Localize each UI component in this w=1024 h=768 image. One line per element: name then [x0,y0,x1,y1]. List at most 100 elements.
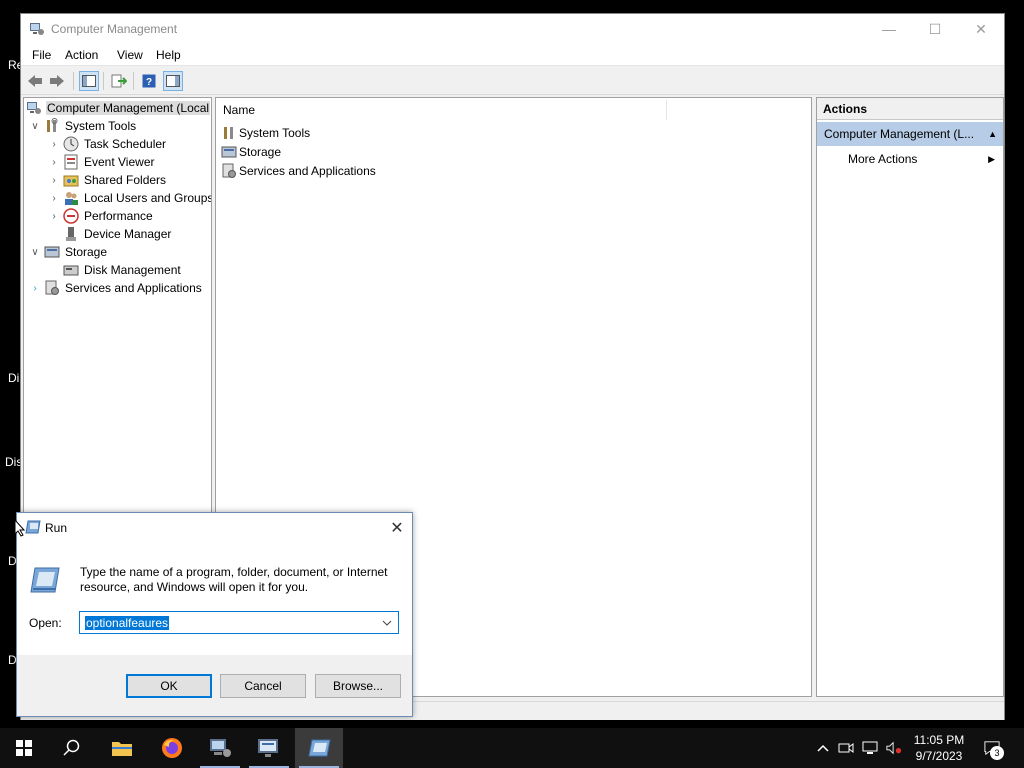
tree-item-device-manager[interactable]: Device Manager [48,225,172,243]
menu-action[interactable]: Action [65,48,98,62]
ok-button[interactable]: OK [126,674,212,698]
local-users-icon [65,192,78,205]
actions-section-header[interactable]: Computer Management (L... ▲ [817,122,1003,146]
system-tools-icon [47,118,58,132]
more-actions-item[interactable]: More Actions ▶ [817,148,1003,170]
desktop-icon-label[interactable]: Di [8,371,19,385]
more-actions-label: More Actions [848,152,918,166]
tree-item-label: Storage [65,245,108,259]
run-icon [25,520,41,534]
chevron-right-icon[interactable]: › [48,193,60,204]
computer-management-icon [30,23,44,35]
back-arrow-icon[interactable] [25,71,45,91]
actions-section-label: Computer Management (L... [824,127,975,141]
run-dialog: Run ✕ Type the name of a program, folder… [16,512,413,717]
tree-item-services-applications[interactable]: › Services and Applications [29,279,203,297]
tree-item-disk-management[interactable]: Disk Management [48,261,182,279]
tree-item-local-users[interactable]: › Local Users and Groups [48,189,212,207]
actions-title: Actions [817,98,1003,120]
computer-management-icon[interactable] [196,728,244,768]
run-title-bar[interactable]: Run ✕ [17,513,412,542]
storage-icon [44,246,60,258]
event-viewer-icon [64,154,78,170]
run-program-icon [30,567,60,593]
minimize-button[interactable]: — [866,14,912,44]
chevron-up-icon[interactable] [815,740,831,756]
tree-item-shared-folders[interactable]: › Shared Folders [48,171,167,189]
list-item[interactable]: Storage [221,142,281,161]
tree-item-storage[interactable]: ∨ Storage [29,243,108,261]
tree-item-performance[interactable]: › Performance [48,207,154,225]
chevron-down-icon[interactable]: ∨ [29,121,41,132]
list-item-label: Services and Applications [239,163,376,178]
chevron-right-icon[interactable]: › [48,139,60,150]
clock[interactable]: 11:05 PM 9/7/2023 [900,732,978,764]
show-hide-action-pane-icon[interactable] [163,71,183,91]
meet-now-icon[interactable] [838,740,854,756]
menu-file[interactable]: File [32,48,51,62]
taskbar: 11:05 PM 9/7/2023 3 [0,728,1024,768]
list-header: Name [216,98,811,122]
chevron-down-icon[interactable]: ∨ [29,247,41,258]
chevron-right-icon[interactable]: › [48,175,60,186]
tree-item-computer-management[interactable]: Computer Management (Local [26,99,211,117]
tree-item-label: Device Manager [84,227,172,241]
services-applications-icon [45,280,59,295]
menu-help[interactable]: Help [156,48,181,62]
tree-item-task-scheduler[interactable]: › Task Scheduler [48,135,167,153]
run-title: Run [45,521,68,535]
column-header-name[interactable]: Name [223,103,255,117]
menu-view[interactable]: View [117,48,143,62]
run-icon[interactable] [295,728,343,768]
chevron-right-icon[interactable]: › [48,211,60,222]
title-bar[interactable]: Computer Management — ☐ ✕ [21,14,1004,44]
file-explorer-icon[interactable] [98,728,146,768]
run-close-button[interactable]: ✕ [382,513,412,542]
search-icon[interactable] [48,728,96,768]
network-icon[interactable] [862,740,878,756]
performance-icon [63,208,79,224]
tree-item-label: Disk Management [84,263,181,277]
clock-date: 9/7/2023 [915,749,963,763]
menu-bar: File Action View Help [21,44,1004,66]
chevron-right-icon[interactable]: › [29,283,41,294]
open-combobox[interactable]: optionalfeaures [79,611,399,634]
tree-item-label: System Tools [65,119,137,133]
close-button[interactable]: ✕ [958,14,1004,44]
tree-item-system-tools[interactable]: ∨ System Tools [29,117,137,135]
browse-button[interactable]: Browse... [315,674,401,698]
open-input-value[interactable]: optionalfeaures [85,616,170,630]
open-label: Open: [29,616,62,630]
list-item[interactable]: Services and Applications [221,161,376,180]
task-scheduler-icon [63,136,79,152]
list-item[interactable]: System Tools [221,123,310,142]
actions-pane: Actions Computer Management (L... ▲ More… [816,97,1004,697]
tree-item-event-viewer[interactable]: › Event Viewer [48,153,155,171]
submenu-arrow-icon: ▶ [988,154,995,164]
tree-item-label: Local Users and Groups [84,191,212,205]
device-manager-icon [66,227,76,241]
computer-management-icon [27,102,41,114]
remote-desktop-icon[interactable] [245,728,293,768]
tree-item-label: Services and Applications [65,281,202,295]
run-description: Type the name of a program, folder, docu… [80,565,388,594]
forward-arrow-icon[interactable] [47,71,67,91]
show-hide-console-tree-icon[interactable] [79,71,99,91]
tree-item-label: Task Scheduler [84,137,167,151]
services-applications-icon [222,163,236,178]
firefox-icon[interactable] [148,728,196,768]
chevron-down-icon[interactable] [378,614,396,632]
help-icon[interactable]: ? [139,71,159,91]
export-list-icon[interactable] [109,71,129,91]
cancel-button[interactable]: Cancel [220,674,306,698]
notification-count-badge: 3 [990,746,1004,760]
maximize-button[interactable]: ☐ [912,14,958,44]
collapse-triangle-icon[interactable]: ▲ [988,129,997,139]
window-title: Computer Management [51,22,178,36]
list-item-label: Storage [239,144,282,159]
start-icon[interactable] [0,728,48,768]
chevron-right-icon[interactable]: › [48,157,60,168]
mouse-cursor-icon [14,519,26,537]
toolbar: ? [21,67,1004,95]
list-item-label: System Tools [239,125,311,140]
